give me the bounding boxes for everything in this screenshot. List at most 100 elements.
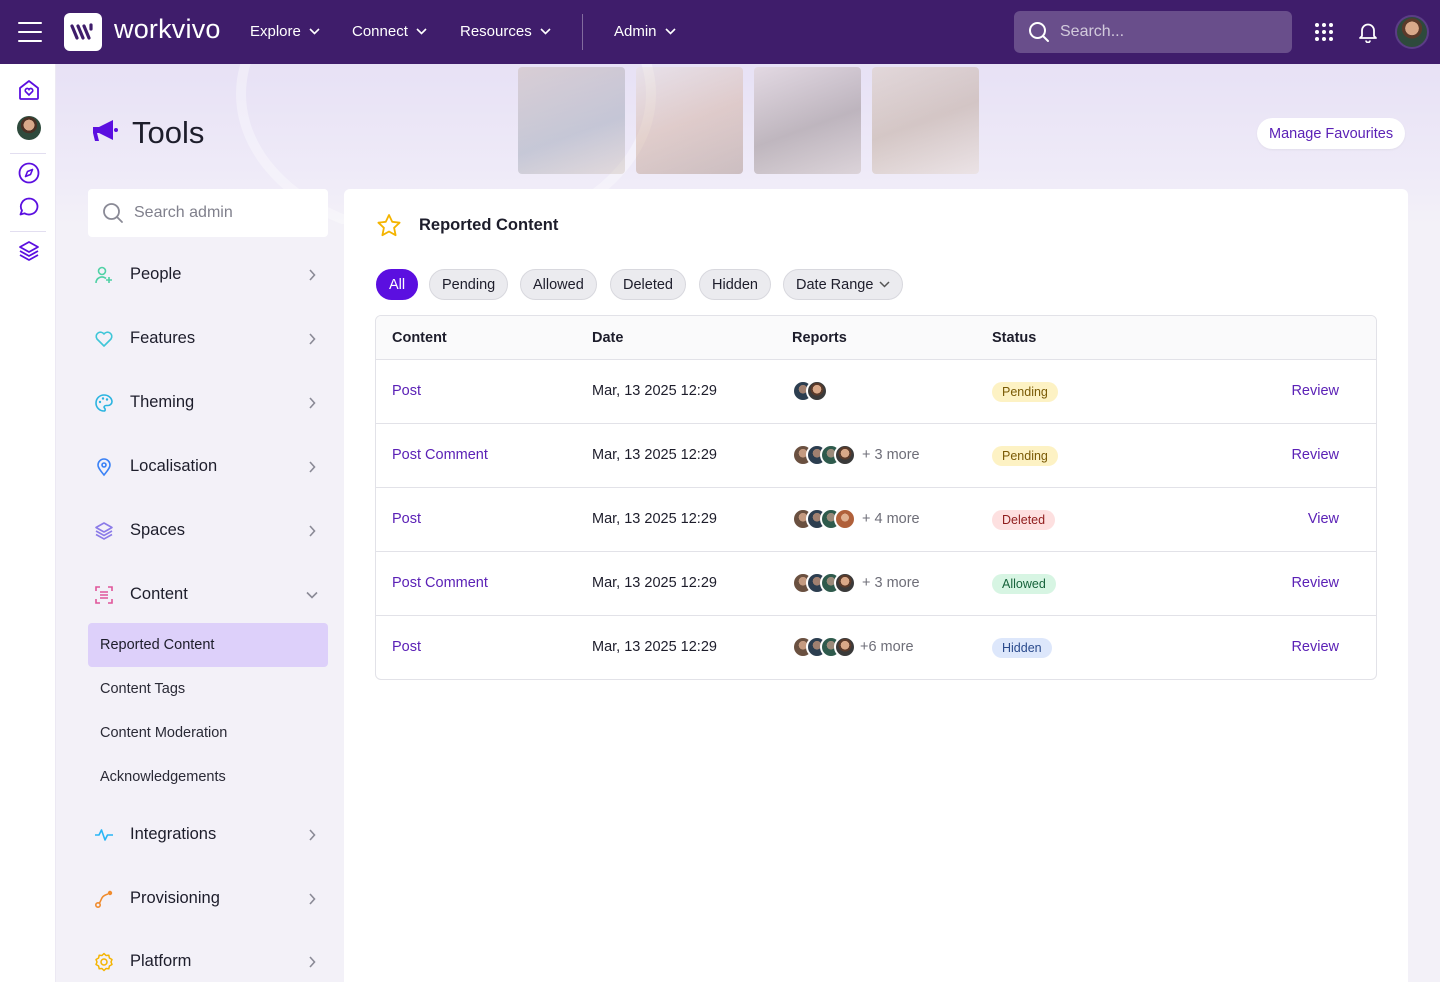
admin-nav-localisation[interactable]: Localisation [88,447,328,487]
chevron-down-icon [540,28,551,35]
hamburger-menu-icon[interactable] [18,22,42,42]
nav-explore-label: Explore [250,23,301,40]
megaphone-icon [91,118,119,149]
nav-admin[interactable]: Admin [614,23,676,40]
table-row: Post Comment Mar, 13 2025 12:29 + 3 more… [376,552,1376,616]
review-link[interactable]: Review [1291,639,1339,655]
admin-nav-people[interactable]: People [88,255,328,295]
filter-deleted[interactable]: Deleted [610,269,686,300]
home-icon[interactable] [16,77,42,103]
chevron-right-icon [309,893,316,905]
chevron-down-icon [879,281,890,288]
search-icon [1029,22,1049,42]
hero-photo [518,67,625,174]
chevron-down-icon [309,28,320,35]
column-header-status: Status [992,330,1037,346]
reporter-avatars: +6 more [792,636,914,658]
report-date: Mar, 13 2025 12:29 [592,383,717,399]
nav-divider [582,14,583,50]
more-reporters: +6 more [860,639,914,655]
admin-nav-integrations[interactable]: Integrations [88,815,328,855]
page-title: Tools [132,115,205,150]
chevron-right-icon [309,461,316,473]
content-link[interactable]: Post Comment [392,575,488,591]
content-link[interactable]: Post Comment [392,447,488,463]
nav-resources-label: Resources [460,23,532,40]
chevron-right-icon [309,525,316,537]
admin-search-input[interactable] [134,204,314,222]
admin-nav-features[interactable]: Features [88,319,328,359]
report-date: Mar, 13 2025 12:29 [592,511,717,527]
table-row: Post Mar, 13 2025 12:29 Pending Review [376,360,1376,424]
column-header-date: Date [592,330,624,346]
rail-divider [10,153,46,154]
admin-nav-label: Localisation [130,457,218,475]
table-row: Post Mar, 13 2025 12:29 + 4 more Deleted… [376,488,1376,552]
sub-nav-reported-content[interactable]: Reported Content [88,623,328,667]
avatar [834,508,856,530]
global-search[interactable] [1014,11,1292,53]
chevron-right-icon [309,397,316,409]
avatar [17,116,41,140]
admin-nav-label: Spaces [130,521,186,539]
content-link[interactable]: Post [392,383,421,399]
content-link[interactable]: Post [392,511,421,527]
filter-hidden[interactable]: Hidden [699,269,771,300]
status-badge: Deleted [992,510,1056,530]
admin-nav-label: People [130,265,182,283]
nav-resources[interactable]: Resources [460,23,551,40]
star-icon[interactable] [376,213,402,243]
hero-photo [636,67,743,174]
bell-icon[interactable] [1357,21,1379,48]
admin-nav-label: Provisioning [130,889,220,907]
chevron-down-icon [664,28,676,35]
sub-nav-content-tags[interactable]: Content Tags [88,667,328,711]
avatar [834,444,856,466]
admin-nav-theming[interactable]: Theming [88,383,328,423]
report-date: Mar, 13 2025 12:29 [592,639,717,655]
status-badge: Allowed [992,574,1056,594]
admin-nav-spaces[interactable]: Spaces [88,511,328,551]
map-pin-icon [97,458,111,477]
user-avatar[interactable] [1395,15,1429,49]
avatar [834,636,856,658]
report-date: Mar, 13 2025 12:29 [592,447,717,463]
nav-explore[interactable]: Explore [250,23,320,40]
column-header-reports: Reports [792,330,847,346]
chevron-right-icon [309,956,316,968]
reporter-avatars: + 3 more [792,572,920,594]
nav-connect-label: Connect [352,23,408,40]
admin-nav-provisioning[interactable]: Provisioning [88,879,328,919]
manage-favourites-button[interactable]: Manage Favourites [1257,118,1406,149]
table-header: Content Date Reports Status [376,316,1376,360]
content-link[interactable]: Post [392,639,421,655]
view-link[interactable]: View [1308,511,1339,527]
add-person-icon [95,266,112,284]
review-link[interactable]: Review [1291,447,1339,463]
card-title: Reported Content [419,216,559,234]
review-link[interactable]: Review [1291,383,1339,399]
global-search-input[interactable] [1060,23,1260,41]
admin-search[interactable] [88,189,328,237]
review-link[interactable]: Review [1291,575,1339,591]
admin-nav-content[interactable]: Content [88,575,328,615]
layers-icon[interactable] [16,238,42,264]
sub-nav-acknowledgements[interactable]: Acknowledgements [88,755,328,799]
status-badge: Pending [992,382,1058,402]
sub-nav-content-moderation[interactable]: Content Moderation [88,711,328,755]
more-reporters: + 3 more [862,447,920,463]
admin-nav-platform[interactable]: Platform [88,942,328,982]
filter-allowed[interactable]: Allowed [520,269,597,300]
filter-date-range[interactable]: Date Range [783,269,904,300]
heart-icon [95,331,113,347]
rail-profile-avatar[interactable] [16,115,42,141]
chat-icon[interactable] [16,194,42,220]
rail-divider [10,231,46,232]
workvivo-logo-icon[interactable] [64,13,102,51]
filter-pending[interactable]: Pending [429,269,509,300]
compass-icon[interactable] [16,160,42,186]
brand-name[interactable]: workvivo [114,14,221,45]
nav-connect[interactable]: Connect [352,23,427,40]
filter-all[interactable]: All [376,269,419,300]
apps-grid-icon[interactable] [1314,22,1334,47]
